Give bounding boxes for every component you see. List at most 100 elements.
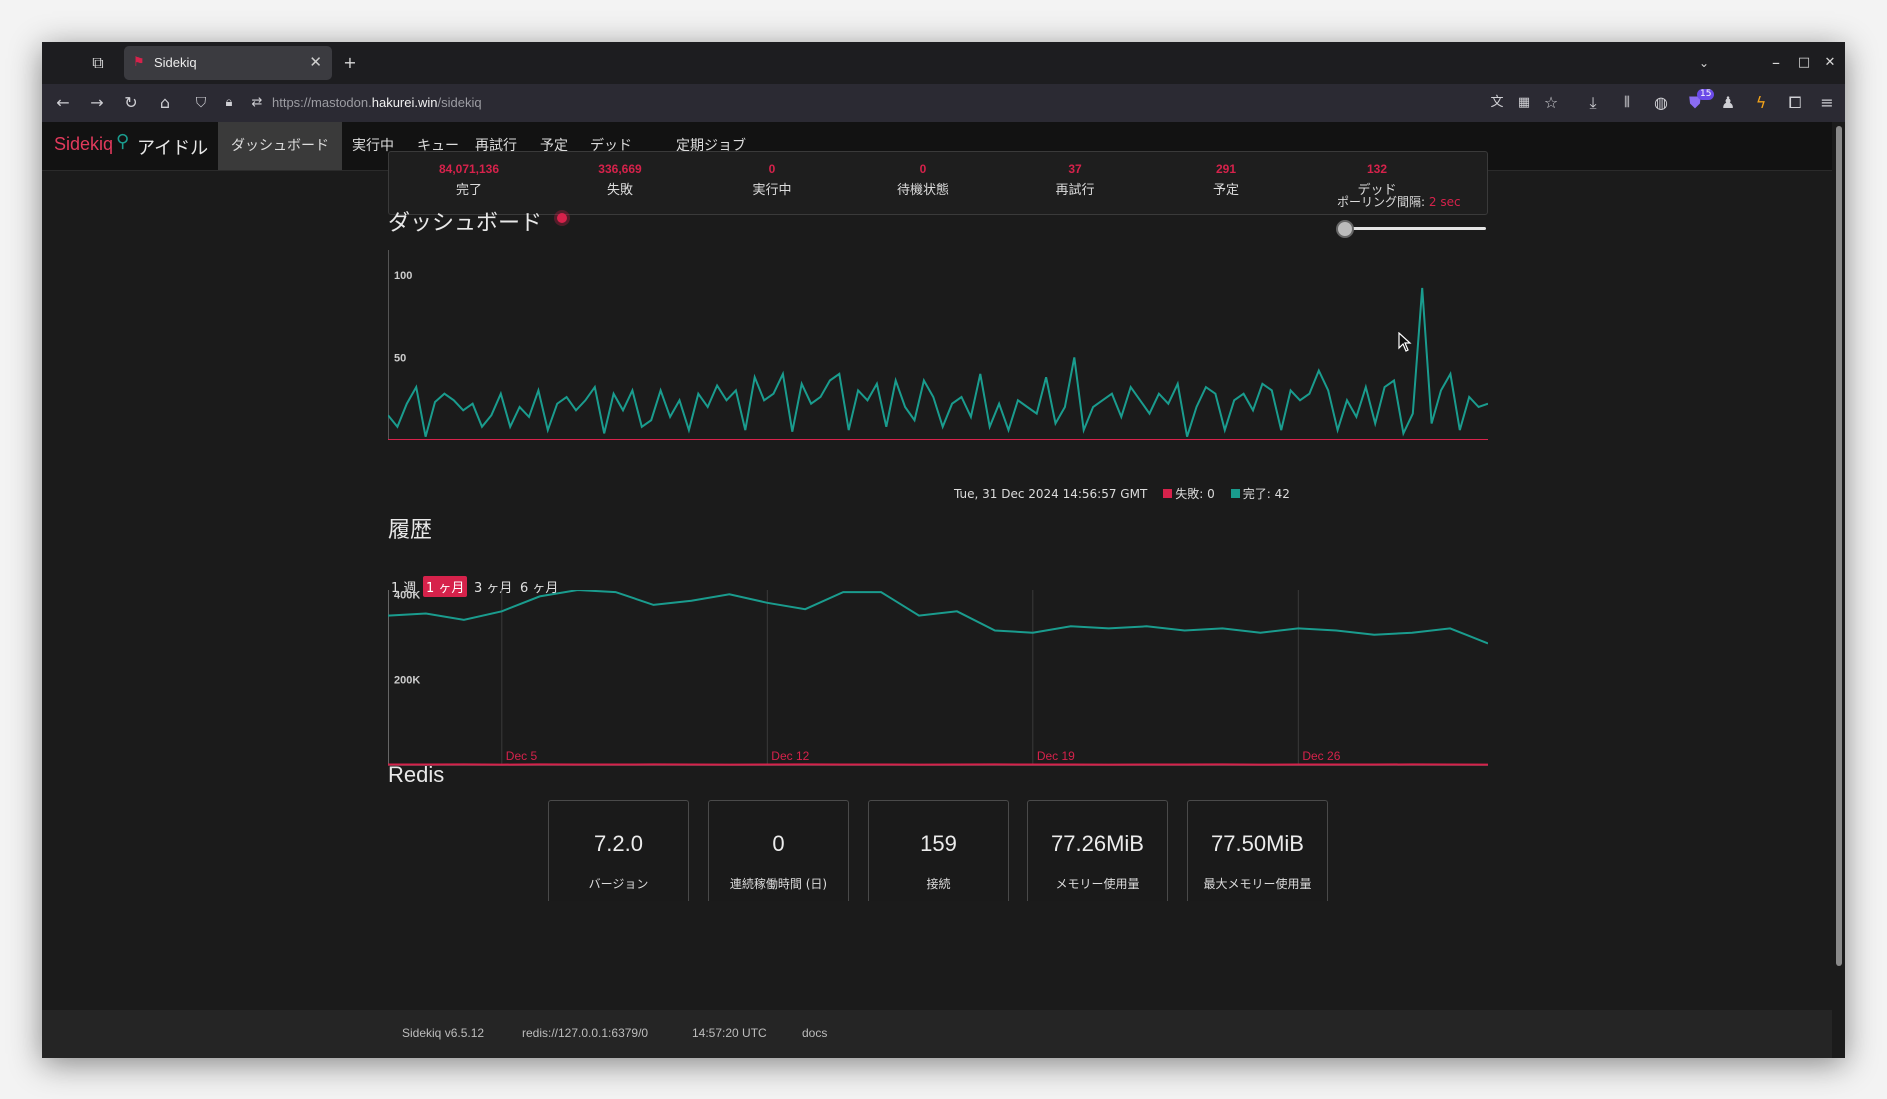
footer-redis-url: redis://127.0.0.1:6379/0 bbox=[522, 1026, 649, 1040]
history-xtick-3: Dec 26 bbox=[1302, 749, 1340, 763]
extension-badge: 15 bbox=[1697, 89, 1715, 100]
bookmark-star-icon[interactable]: ☆ bbox=[1540, 92, 1562, 114]
footer: Sidekiq v6.5.12 redis://127.0.0.1:6379/0… bbox=[42, 1010, 1832, 1058]
legend-timestamp: Tue, 31 Dec 2024 14:56:57 GMT bbox=[954, 487, 1148, 501]
summary-busy-label: 実行中 bbox=[752, 183, 792, 198]
url-path: /sidekiq bbox=[437, 95, 482, 110]
redis-peak-memory-label: 最大メモリー使用量 bbox=[1203, 877, 1312, 891]
back-icon[interactable]: ← bbox=[52, 92, 74, 114]
shield-icon[interactable]: ⛉ bbox=[190, 92, 212, 114]
poll-interval-slider[interactable] bbox=[1342, 227, 1486, 230]
summary-failed-value: 336,669 bbox=[598, 162, 642, 176]
url-prefix: https://mastodon. bbox=[272, 95, 372, 110]
grid-apps-icon[interactable]: ▦ bbox=[1513, 92, 1535, 114]
nav-dashboard[interactable]: ダッシュボード bbox=[218, 122, 342, 170]
summary-failed[interactable]: 336,669 失敗 bbox=[550, 162, 690, 198]
history-xtick-1: Dec 12 bbox=[771, 749, 809, 763]
redis-connections-value: 159 bbox=[920, 831, 957, 856]
redis-memory-label: メモリー使用量 bbox=[1055, 877, 1140, 891]
history-ytick-1: 400K bbox=[394, 590, 420, 601]
summary-enqueued-value: 0 bbox=[919, 162, 927, 176]
summary-retries[interactable]: 37 再試行 bbox=[1005, 162, 1145, 198]
poll-interval-slider-thumb[interactable] bbox=[1336, 220, 1354, 238]
realtime-series-processed-line bbox=[388, 287, 1488, 438]
redis-memory-value: 77.26MiB bbox=[1051, 831, 1144, 856]
extension-bolt-icon[interactable]: ϟ bbox=[1750, 92, 1772, 114]
summary-processed-label: 完了 bbox=[455, 183, 482, 198]
summary-busy[interactable]: 0 実行中 bbox=[702, 162, 842, 198]
summary-retries-label: 再試行 bbox=[1055, 183, 1095, 198]
footer-time: 14:57:20 UTC bbox=[692, 1026, 767, 1040]
extensions-puzzle-icon[interactable]: ⧠ bbox=[1784, 92, 1806, 114]
redis-title: Redis bbox=[388, 762, 445, 787]
brand-logo[interactable]: Sidekiq bbox=[54, 134, 113, 155]
menu-hamburger-icon[interactable]: ≡ bbox=[1816, 92, 1838, 114]
maximize-icon[interactable]: □ bbox=[1792, 52, 1816, 74]
minimize-icon[interactable]: – bbox=[1764, 52, 1788, 74]
redis-connections-label: 接続 bbox=[926, 877, 951, 891]
reload-icon[interactable]: ↻ bbox=[120, 92, 142, 114]
extension-globe-icon[interactable]: ◍ bbox=[1650, 92, 1672, 114]
forward-icon[interactable]: → bbox=[86, 92, 108, 114]
realtime-ytick-50: 50 bbox=[394, 352, 406, 364]
history-title: 履歴 bbox=[388, 517, 433, 542]
footer-docs-link[interactable]: docs bbox=[802, 1026, 827, 1040]
tab-close-icon[interactable]: ✕ bbox=[309, 53, 322, 71]
summary-processed-value: 84,071,136 bbox=[438, 162, 500, 176]
tab-title: Sidekiq bbox=[154, 55, 197, 70]
sidekiq-favicon-icon: ⚑ bbox=[133, 55, 145, 70]
lock-icon[interactable]: 🔒︎ bbox=[218, 92, 240, 114]
extension-user-icon[interactable]: ♟ bbox=[1717, 92, 1739, 114]
download-icon[interactable]: ⤓ bbox=[1582, 92, 1604, 114]
translate-icon[interactable]: 文 bbox=[1486, 92, 1508, 114]
tab-strip: ⧉ ⚑ Sidekiq ✕ + ⌄ – □ ✕ bbox=[42, 42, 1845, 84]
poll-interval-value: 2 sec bbox=[1428, 195, 1461, 209]
redis-version-label: バージョン bbox=[588, 877, 649, 891]
redis-stat-peak-memory: 77.50MiB 最大メモリー使用量 bbox=[1187, 800, 1328, 901]
list-tabs-chevron-icon[interactable]: ⌄ bbox=[1692, 52, 1716, 74]
extension-shield-icon[interactable]: ⛊ 15 bbox=[1684, 89, 1715, 114]
history-xtick-0: Dec 5 bbox=[506, 749, 538, 763]
summary-enqueued[interactable]: 0 待機状態 bbox=[853, 162, 993, 198]
summary-enqueued-label: 待機状態 bbox=[896, 183, 949, 198]
realtime-ytick-100: 100 bbox=[394, 270, 412, 282]
realtime-chart: 50 100 bbox=[388, 250, 1488, 440]
redis-peak-memory-value: 77.50MiB bbox=[1211, 831, 1304, 856]
page-scrollbar[interactable] bbox=[1836, 126, 1842, 966]
new-tab-icon[interactable]: + bbox=[338, 52, 362, 74]
home-icon[interactable]: ⌂ bbox=[154, 92, 176, 114]
summary-bar: 84,071,136 完了 336,669 失敗 0 実行中 0 待機状態 37 再試行 291 予定… bbox=[388, 151, 1488, 215]
redis-stat-connections: 159 接続 bbox=[868, 800, 1009, 901]
history-chart: Dec 5 Dec 12 Dec 19 Dec 26 200K 400K bbox=[388, 590, 1488, 766]
summary-failed-label: 失敗 bbox=[606, 183, 633, 198]
library-icon[interactable]: ⫼ bbox=[1616, 92, 1638, 114]
mouse-cursor-icon bbox=[1398, 332, 1412, 352]
summary-processed[interactable]: 84,071,136 完了 bbox=[399, 162, 539, 198]
legend-processed-swatch bbox=[1230, 489, 1240, 498]
history-xtick-2: Dec 19 bbox=[1037, 749, 1075, 763]
history-ytick-0: 200K bbox=[394, 675, 420, 687]
tab-overview-icon[interactable]: ⧉ bbox=[86, 52, 110, 74]
redis-stat-version: 7.2.0 バージョン bbox=[548, 800, 689, 901]
poll-interval-text: ポーリング間隔: bbox=[1337, 195, 1426, 209]
history-series-processed-line bbox=[388, 590, 1488, 645]
permissions-icon[interactable]: ⇄ bbox=[246, 92, 268, 114]
url-bar[interactable]: https://mastodon.hakurei.win/sidekiq bbox=[272, 95, 482, 110]
dashboard-title: ダッシュボード bbox=[388, 210, 543, 235]
redis-uptime-label: 連続稼働時間 (日) bbox=[729, 877, 828, 891]
summary-retries-value: 37 bbox=[1068, 162, 1082, 176]
redis-stat-memory: 77.26MiB メモリー使用量 bbox=[1027, 800, 1168, 901]
summary-dead-value: 132 bbox=[1366, 162, 1388, 176]
process-status: アイドル bbox=[137, 138, 209, 159]
redis-version-value: 7.2.0 bbox=[594, 831, 643, 856]
summary-scheduled-value: 291 bbox=[1215, 162, 1237, 176]
summary-scheduled-label: 予定 bbox=[1212, 183, 1239, 198]
browser-tab[interactable]: ⚑ Sidekiq ✕ bbox=[124, 46, 332, 80]
poll-interval-label: ポーリング間隔: 2 sec bbox=[1337, 193, 1461, 210]
legend-processed: 完了: 42 bbox=[1242, 487, 1290, 501]
legend-failed: 失敗: 0 bbox=[1175, 487, 1215, 501]
redis-stat-uptime: 0 連続稼働時間 (日) bbox=[708, 800, 849, 901]
summary-scheduled[interactable]: 291 予定 bbox=[1156, 162, 1296, 198]
live-beacon-icon bbox=[557, 213, 567, 223]
window-close-icon[interactable]: ✕ bbox=[1818, 52, 1842, 74]
